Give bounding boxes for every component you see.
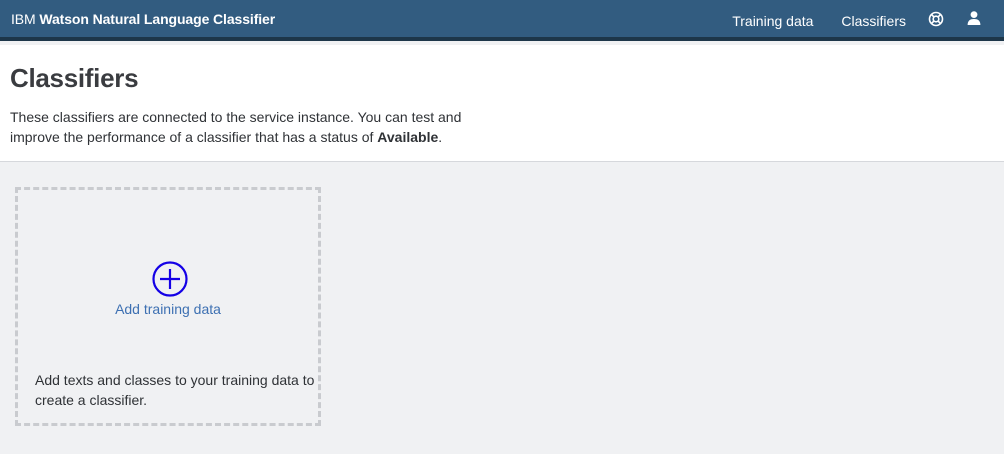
page-title: Classifiers [10,63,139,93]
card-description: Add texts and classes to your training d… [35,372,315,408]
app-brand[interactable]: IBM Watson Natural Language Classifier [11,11,275,27]
top-nav: Training data Classifiers [732,0,1004,41]
brand-name: Watson Natural Language Classifier [39,10,276,27]
help-icon[interactable] [928,11,944,27]
available-status-text: Available [377,129,439,145]
plus-circle-icon[interactable] [152,261,188,297]
page-header-panel: Classifiers These classifiers are connec… [0,45,1004,162]
nav-classifiers-link[interactable]: Classifiers [841,13,906,29]
page-description: These classifiers are connected to the s… [10,107,480,147]
brand-prefix: IBM [11,10,36,27]
description-end: . [438,129,443,145]
add-training-data-card[interactable]: Add training data Add texts and classes … [15,187,321,426]
user-icon[interactable] [966,10,982,26]
add-training-data-link[interactable]: Add training data [18,301,318,317]
nav-training-data-link[interactable]: Training data [732,13,813,29]
top-navigation-bar: IBM Watson Natural Language Classifier T… [0,0,1004,41]
